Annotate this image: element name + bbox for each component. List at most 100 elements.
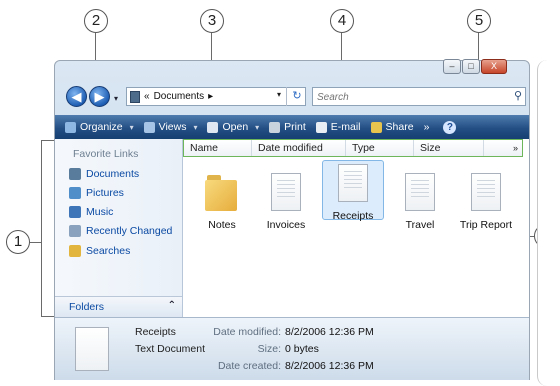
help-button[interactable]: ?: [443, 120, 457, 134]
favorite-link-pictures[interactable]: Pictures: [69, 187, 124, 199]
toolbar: Organize ▾ Views ▾ Open ▾ Print E-mail S…: [55, 115, 529, 139]
search-input[interactable]: [313, 88, 501, 106]
organize-icon: [65, 121, 76, 133]
favorite-link-documents[interactable]: Documents: [69, 168, 139, 180]
folders-toggle[interactable]: Folders ⌃: [55, 296, 182, 318]
search-box[interactable]: ⚲: [312, 87, 526, 106]
favorite-links-heading: Favorite Links: [73, 148, 139, 160]
window-controls: – □ X: [443, 59, 507, 74]
chevron-up-icon: ⌃: [167, 300, 176, 311]
recent-icon: [69, 225, 81, 237]
details-created-value: 8/2/2006 12:36 PM: [285, 360, 374, 372]
favorite-link-music[interactable]: Music: [69, 206, 113, 218]
folder-icon: [205, 175, 239, 211]
file-item-invoices[interactable]: Invoices: [255, 159, 317, 231]
toolbar-overflow-button[interactable]: »: [424, 121, 430, 133]
back-button[interactable]: ◀: [66, 86, 87, 107]
file-name: Notes: [208, 219, 236, 231]
searches-icon: [69, 245, 81, 257]
recent-pages-dropdown[interactable]: ▾: [114, 94, 118, 103]
email-icon: [315, 121, 327, 133]
file-name: Invoices: [266, 219, 306, 231]
close-button[interactable]: X: [481, 59, 507, 74]
document-icon: [271, 173, 301, 211]
document-icon: [75, 327, 109, 371]
callout-1-bracket: [41, 140, 42, 317]
email-label: E-mail: [330, 121, 361, 133]
open-icon: [207, 121, 219, 133]
callout-3: 3: [200, 9, 224, 33]
document-icon: [338, 164, 368, 202]
document-icon: [405, 173, 435, 211]
address-dropdown-icon[interactable]: ▾: [277, 90, 281, 99]
search-icon[interactable]: ⚲: [514, 89, 522, 102]
favorite-link-searches[interactable]: Searches: [69, 245, 130, 257]
favorite-link-label: Searches: [86, 245, 131, 257]
address-bar[interactable]: « Documents ▸ ▾: [126, 87, 306, 106]
details-size-label: Size:: [257, 343, 281, 355]
column-type[interactable]: Type: [346, 140, 414, 156]
file-item-receipts[interactable]: Receipts: [322, 160, 384, 222]
open-arrow-icon: ▾: [255, 122, 260, 132]
folder-icon: [130, 90, 140, 103]
folders-label: Folders: [69, 301, 105, 313]
column-name[interactable]: Name: [184, 140, 252, 156]
file-item-trip-report[interactable]: Trip Report: [455, 159, 517, 231]
details-modified-label: Date modified:: [213, 326, 281, 338]
open-button[interactable]: Open ▾: [207, 121, 259, 133]
organize-arrow-icon: ▾: [129, 122, 134, 132]
callout-1-bracket-bottom: [41, 316, 55, 317]
columns-overflow-icon[interactable]: »: [513, 140, 518, 156]
views-button[interactable]: Views ▾: [143, 121, 198, 133]
file-name: Trip Report: [459, 219, 513, 231]
favorite-link-label: Documents: [86, 168, 140, 180]
address-path[interactable]: Documents: [154, 91, 205, 102]
file-item-travel[interactable]: Travel: [389, 159, 451, 231]
refresh-button[interactable]: ↻: [286, 87, 307, 106]
print-icon: [269, 121, 281, 133]
callout-1: 1: [6, 230, 30, 254]
document-icon: [471, 173, 501, 211]
callout-4: 4: [330, 9, 354, 33]
details-size-value: 0 bytes: [285, 343, 319, 355]
views-label: Views: [158, 121, 187, 133]
forward-button[interactable]: ▶: [89, 86, 110, 107]
details-created-label: Date created:: [217, 360, 281, 372]
favorite-link-label: Pictures: [86, 187, 124, 199]
favorite-link-label: Recently Changed: [86, 225, 173, 237]
print-button[interactable]: Print: [269, 121, 306, 133]
torn-edge: [537, 60, 560, 386]
file-item-notes[interactable]: Notes: [191, 159, 253, 231]
views-icon: [143, 121, 155, 133]
callout-2: 2: [84, 9, 108, 33]
address-prefix: «: [144, 91, 150, 102]
help-icon: ?: [443, 120, 457, 134]
file-name: Receipts: [332, 210, 374, 222]
email-button[interactable]: E-mail: [315, 121, 361, 133]
favorite-link-recently-changed[interactable]: Recently Changed: [69, 225, 172, 237]
organize-button[interactable]: Organize ▾: [65, 121, 134, 133]
share-label: Share: [385, 121, 414, 133]
file-list: Name Date modified Type Size » Notes Inv…: [183, 139, 529, 317]
details-modified-value: 8/2/2006 12:36 PM: [285, 326, 374, 338]
share-button[interactable]: Share: [370, 121, 414, 133]
maximize-button[interactable]: □: [462, 59, 480, 74]
callout-5: 5: [467, 9, 491, 33]
column-headers: Name Date modified Type Size »: [183, 139, 523, 157]
breadcrumb-chevron-icon[interactable]: ▸: [208, 91, 213, 102]
column-date-modified[interactable]: Date modified: [252, 140, 346, 156]
details-pane: Receipts Text Document Date modified: 8/…: [55, 317, 529, 380]
pictures-icon: [69, 187, 81, 199]
callout-1-bracket-top: [41, 140, 55, 141]
navigation-pane: Favorite Links Documents Pictures Music …: [55, 139, 183, 317]
print-label: Print: [284, 121, 306, 133]
minimize-button[interactable]: –: [443, 59, 461, 74]
file-name: Travel: [405, 219, 435, 231]
column-size[interactable]: Size: [414, 140, 484, 156]
music-icon: [69, 206, 81, 218]
organize-label: Organize: [80, 121, 123, 133]
views-arrow-icon: ▾: [193, 122, 198, 132]
favorite-link-label: Music: [86, 206, 114, 218]
details-file-name: Receipts: [135, 326, 176, 338]
open-label: Open: [222, 121, 249, 133]
